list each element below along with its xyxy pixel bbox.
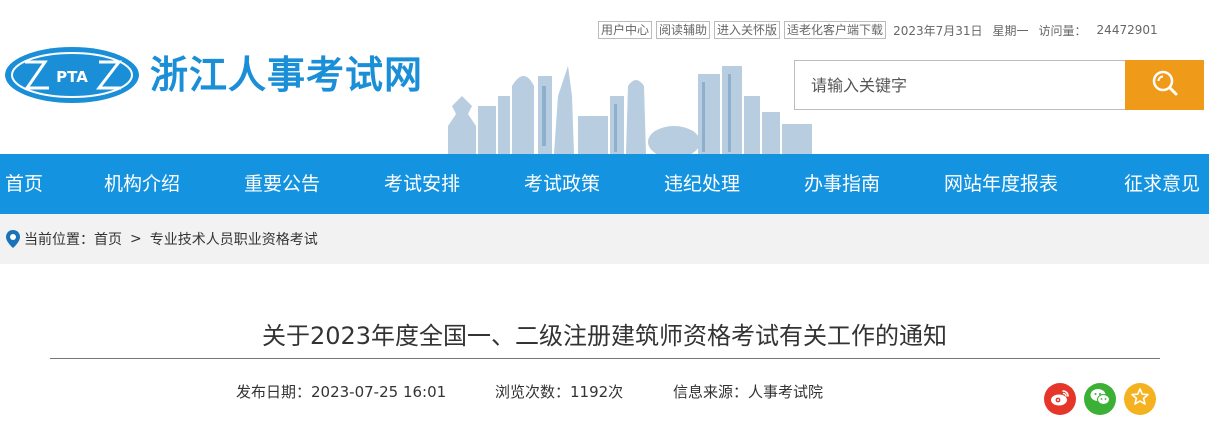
breadcrumb-current-link[interactable]: 专业技术人员职业资格考试 bbox=[150, 229, 318, 249]
site-title: 浙江人事考试网 bbox=[150, 53, 424, 97]
current-date: 2023年7月31日 bbox=[893, 23, 983, 38]
share-wechat-button[interactable] bbox=[1084, 383, 1116, 415]
publish-date: 发布日期：2023-07-25 16:01 bbox=[236, 383, 447, 401]
current-weekday: 星期一 bbox=[992, 23, 1029, 38]
search-icon bbox=[1150, 68, 1180, 102]
nav-item-violations[interactable]: 违纪处理 bbox=[664, 154, 740, 214]
nav-item-announcements[interactable]: 重要公告 bbox=[244, 154, 320, 214]
nav-item-about[interactable]: 机构介绍 bbox=[104, 154, 180, 214]
info-source: 信息来源：人事考试院 bbox=[673, 383, 824, 401]
elderly-client-download-link[interactable]: 适老化客户端下载 bbox=[784, 21, 887, 39]
favorite-button[interactable] bbox=[1124, 383, 1156, 415]
breadcrumb-home-link[interactable]: 首页 bbox=[94, 229, 122, 249]
share-weibo-button[interactable] bbox=[1044, 383, 1076, 415]
search-field[interactable] bbox=[794, 60, 1125, 110]
reading-aid-link[interactable]: 阅读辅助 bbox=[656, 21, 711, 39]
star-icon bbox=[1130, 387, 1150, 411]
nav-item-home[interactable]: 首页 bbox=[5, 154, 43, 214]
utility-bar: 用户中心 阅读辅助 进入关怀版 适老化客户端下载 2023年7月31日 星期一 … bbox=[598, 20, 1158, 40]
main-nav: 首页 机构介绍 重要公告 考试安排 考试政策 违纪处理 办事指南 网站年度报表 … bbox=[0, 154, 1209, 214]
city-skyline-illustration bbox=[428, 56, 828, 158]
nav-item-exam-policy[interactable]: 考试政策 bbox=[524, 154, 600, 214]
breadcrumb-label: 当前位置： bbox=[24, 232, 94, 248]
search-input[interactable] bbox=[795, 61, 1125, 109]
care-version-link[interactable]: 进入关怀版 bbox=[714, 21, 781, 39]
nav-item-exam-schedule[interactable]: 考试安排 bbox=[384, 154, 460, 214]
location-pin-icon bbox=[6, 230, 20, 248]
breadcrumb: 当前位置： 首页 > 专业技术人员职业资格考试 bbox=[0, 214, 1209, 264]
article-title: 关于2023年度全国一、二级注册建筑师资格考试有关工作的通知 bbox=[261, 322, 948, 350]
site-logo[interactable]: PTA bbox=[3, 45, 141, 105]
visits-label: 访问量： bbox=[1038, 23, 1087, 38]
visits-count: 24472901 bbox=[1096, 23, 1158, 37]
weibo-icon bbox=[1049, 387, 1071, 411]
article-meta: 发布日期：2023-07-25 16:01 浏览次数：1192次 信息来源：人事… bbox=[236, 381, 823, 402]
breadcrumb-separator: > bbox=[130, 231, 142, 247]
nav-item-annual-report[interactable]: 网站年度报表 bbox=[944, 154, 1058, 214]
wechat-icon bbox=[1089, 387, 1111, 411]
search-button[interactable] bbox=[1125, 60, 1204, 110]
logo-text: PTA bbox=[56, 68, 88, 86]
user-center-link[interactable]: 用户中心 bbox=[598, 21, 653, 39]
title-divider bbox=[50, 358, 1160, 359]
nav-item-service-guide[interactable]: 办事指南 bbox=[804, 154, 880, 214]
nav-item-feedback[interactable]: 征求意见 bbox=[1124, 154, 1200, 214]
view-count: 浏览次数：1192次 bbox=[495, 383, 624, 401]
